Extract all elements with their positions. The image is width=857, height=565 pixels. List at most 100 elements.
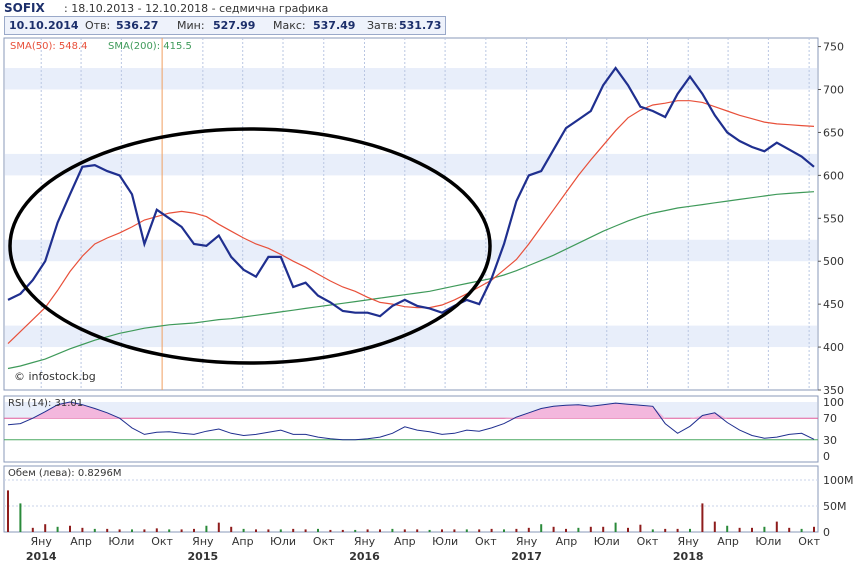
- volume-y-tick: 50M: [823, 500, 847, 513]
- volume-bar: [627, 527, 629, 532]
- x-tick-label: Юли: [432, 535, 458, 548]
- x-tick-label: Юли: [108, 535, 134, 548]
- rsi-band: [5, 402, 817, 419]
- stock-chart[interactable]: 350400450500550600650700750Яну Апр Юли Окт Я…: [0, 0, 857, 565]
- volume-bar: [428, 529, 431, 532]
- volume-bar: [651, 529, 654, 532]
- price-y-tick: 500: [823, 255, 844, 268]
- x-tick-label: Апр: [717, 535, 739, 548]
- volume-bar: [81, 527, 84, 532]
- volume-bar: [664, 528, 667, 532]
- volume-bar: [230, 526, 233, 532]
- volume-bar: [304, 529, 307, 532]
- x-tick-label: Окт: [151, 535, 173, 548]
- x-tick-label: Окт: [313, 535, 335, 548]
- volume-bar: [205, 525, 208, 532]
- x-tick-label: Яну: [516, 535, 538, 548]
- volume-bar: [267, 529, 270, 532]
- volume-bar: [403, 529, 406, 532]
- price-y-tick: 400: [823, 341, 844, 354]
- x-tick-label: Апр: [394, 535, 416, 548]
- volume-bar: [242, 528, 245, 532]
- volume-bar: [441, 529, 443, 532]
- volume-bar: [552, 526, 555, 532]
- volume-bar: [676, 528, 679, 532]
- price-y-tick: 650: [823, 126, 844, 139]
- price-band: [5, 325, 817, 348]
- x-tick-label: Апр: [556, 535, 578, 548]
- volume-bar: [180, 529, 183, 532]
- volume-bar: [788, 527, 791, 532]
- volume-bar: [775, 521, 778, 532]
- watermark: © infostock.bg: [14, 370, 96, 383]
- price-y-tick: 700: [823, 84, 844, 97]
- price-band: [5, 239, 817, 262]
- volume-bar: [813, 526, 815, 532]
- volume-bar: [527, 527, 530, 532]
- x-tick-label: Яну: [192, 535, 214, 548]
- price-y-tick: 450: [823, 298, 844, 311]
- volume-bar: [131, 529, 133, 532]
- volume-label: Обем (лева): 0.8296M: [8, 468, 121, 479]
- volume-bar: [118, 529, 121, 532]
- volume-bar: [168, 529, 171, 532]
- volume-bar: [577, 527, 580, 532]
- volume-y-tick: 100M: [823, 474, 854, 487]
- x-tick-label: Яну: [678, 535, 700, 548]
- volume-bar: [279, 529, 282, 532]
- volume-bar: [416, 529, 419, 532]
- volume-bar: [255, 529, 257, 532]
- volume-bar: [19, 503, 22, 532]
- year-label: 2016: [349, 550, 380, 563]
- rsi-y-tick: 30: [823, 434, 837, 447]
- volume-bar: [751, 527, 753, 532]
- rsi-y-tick: 70: [823, 412, 837, 425]
- volume-bar: [614, 522, 617, 532]
- volume-bar: [639, 524, 642, 532]
- x-tick-label: Окт: [637, 535, 659, 548]
- sma200-legend: SMA(200): 415.5: [108, 41, 192, 52]
- volume-bar: [515, 528, 518, 532]
- x-tick-label: Апр: [232, 535, 254, 548]
- year-label: 2014: [26, 550, 57, 563]
- volume-bar: [726, 525, 729, 532]
- volume-bar: [366, 529, 369, 532]
- volume-bar: [689, 528, 691, 532]
- volume-bar: [93, 528, 96, 532]
- rsi-label: RSI (14): 31.01: [8, 398, 83, 409]
- volume-bar: [354, 529, 357, 532]
- year-label: 2015: [188, 550, 219, 563]
- price-y-tick: 600: [823, 169, 844, 182]
- x-tick-label: Окт: [798, 535, 820, 548]
- volume-bar: [540, 524, 543, 532]
- volume-bar: [7, 490, 9, 532]
- volume-bar: [317, 528, 319, 532]
- sma50-legend: SMA(50): 548.4: [10, 41, 88, 52]
- volume-y-tick: 0: [823, 526, 830, 539]
- volume-bar: [800, 528, 803, 532]
- x-tick-label: Яну: [354, 535, 376, 548]
- x-tick-label: Окт: [475, 535, 497, 548]
- volume-bar: [106, 528, 109, 532]
- volume-bar: [490, 528, 493, 532]
- volume-bar: [143, 529, 146, 532]
- volume-bar: [763, 526, 766, 532]
- volume-bar: [738, 527, 741, 532]
- volume-bar: [341, 529, 344, 532]
- x-tick-label: Юли: [594, 535, 620, 548]
- volume-bar: [31, 527, 34, 532]
- volume-bar: [217, 522, 220, 532]
- year-label: 2018: [673, 550, 704, 563]
- volume-bar: [379, 529, 381, 532]
- volume-bar: [56, 526, 59, 532]
- volume-bar: [69, 525, 71, 532]
- volume-bar: [453, 529, 456, 532]
- rsi-y-tick: 0: [823, 450, 830, 463]
- volume-bar: [713, 521, 716, 532]
- volume-bar: [503, 529, 505, 532]
- volume-bar: [589, 526, 592, 532]
- volume-panel: [3, 465, 819, 533]
- volume-bar: [44, 524, 47, 532]
- price-y-tick: 550: [823, 212, 844, 225]
- volume-bar: [602, 526, 605, 532]
